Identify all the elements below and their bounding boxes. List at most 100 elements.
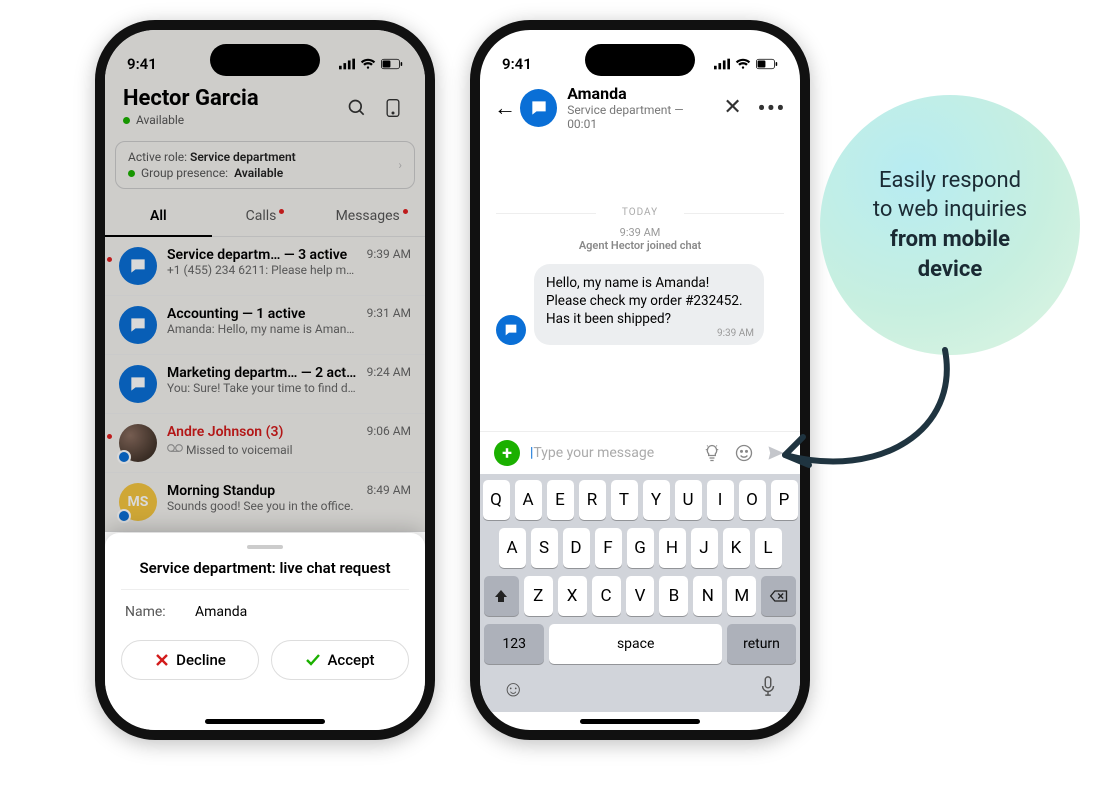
more-button[interactable]: •••: [758, 96, 786, 120]
emoji-icon[interactable]: [734, 443, 754, 463]
home-indicator: [580, 719, 700, 724]
key[interactable]: L: [755, 528, 782, 568]
return-key[interactable]: return: [727, 624, 796, 664]
send-icon[interactable]: [766, 443, 786, 463]
mic-icon[interactable]: [758, 676, 778, 696]
key[interactable]: Z: [524, 576, 553, 616]
notch: [210, 44, 320, 76]
back-button[interactable]: ←: [494, 95, 510, 121]
key-row: 123 space return: [484, 624, 796, 664]
message-input[interactable]: |Type your message: [530, 445, 692, 461]
item-title: Andre Johnson (3): [167, 424, 357, 440]
key[interactable]: H: [659, 528, 686, 568]
phone-inbox: 9:41 Hector Garcia Available Active role…: [95, 20, 435, 740]
item-title: Morning Standup: [167, 483, 357, 499]
chat-avatar: [520, 89, 557, 127]
key[interactable]: A: [515, 480, 542, 520]
key[interactable]: R: [579, 480, 606, 520]
backspace-key[interactable]: [761, 576, 796, 616]
key-row: Q A E R T Y U I O P: [484, 480, 796, 520]
presence-label: Available: [136, 113, 184, 127]
key[interactable]: F: [595, 528, 622, 568]
key-row: Z X C V B N M: [484, 576, 796, 616]
key[interactable]: I: [707, 480, 734, 520]
list-item[interactable]: MS Morning StandupSounds good! See you i…: [105, 473, 425, 532]
item-time: 9:39 AM: [367, 247, 411, 285]
decline-label: Decline: [176, 651, 226, 669]
key[interactable]: O: [739, 480, 766, 520]
tab-calls[interactable]: Calls: [212, 208, 319, 224]
key[interactable]: Y: [643, 480, 670, 520]
group-value: Available: [234, 166, 283, 180]
key[interactable]: K: [723, 528, 750, 568]
role-label: Active role:: [128, 150, 187, 164]
key[interactable]: S: [531, 528, 558, 568]
key[interactable]: E: [547, 480, 574, 520]
space-key[interactable]: space: [549, 624, 722, 664]
message-bubble[interactable]: Hello, my name is Amanda! Please check m…: [534, 264, 764, 345]
tab-messages[interactable]: Messages: [318, 208, 425, 224]
group-avatar: MS: [119, 483, 157, 521]
signal-icon: [714, 56, 730, 72]
placeholder: Type your message: [533, 445, 654, 461]
tab-all[interactable]: All: [105, 195, 212, 237]
name-value: Amanda: [195, 604, 247, 620]
group-label: Group presence:: [141, 166, 228, 180]
key[interactable]: C: [592, 576, 621, 616]
name-label: Name:: [125, 604, 175, 620]
conversation: TODAY 9:39 AM Agent Hector joined chat H…: [480, 143, 800, 431]
item-time: 8:49 AM: [367, 483, 411, 521]
key[interactable]: N: [693, 576, 722, 616]
badge-icon: [117, 450, 131, 464]
list-item[interactable]: Marketing departm… — 2 activeYou: Sure! …: [105, 355, 425, 414]
key[interactable]: G: [627, 528, 654, 568]
item-title: Accounting — 1 active: [167, 306, 357, 322]
voicemail-icon: [167, 440, 183, 456]
item-time: 9:06 AM: [367, 424, 411, 462]
accept-button[interactable]: Accept: [271, 640, 409, 680]
numbers-key[interactable]: 123: [484, 624, 544, 664]
key[interactable]: B: [659, 576, 688, 616]
shift-key[interactable]: [484, 576, 519, 616]
unread-dot: [107, 434, 112, 439]
key[interactable]: D: [563, 528, 590, 568]
status-time: 9:41: [502, 55, 532, 73]
key[interactable]: M: [727, 576, 756, 616]
presence-dot: [123, 117, 130, 124]
suggestions-icon[interactable]: [702, 443, 722, 463]
keyboard: Q A E R T Y U I O P A S D F G H J K L Z …: [480, 474, 800, 712]
key[interactable]: J: [691, 528, 718, 568]
key[interactable]: P: [771, 480, 798, 520]
key[interactable]: V: [626, 576, 655, 616]
search-icon[interactable]: [347, 98, 367, 118]
key[interactable]: U: [675, 480, 702, 520]
callout-line: from mobile: [890, 227, 1010, 252]
accept-label: Accept: [327, 651, 374, 669]
key[interactable]: A: [499, 528, 526, 568]
list-item[interactable]: Accounting — 1 activeAmanda: Hello, my n…: [105, 296, 425, 355]
item-sub: Sounds good! See you in the office.: [167, 499, 357, 513]
presence-dot: [128, 170, 135, 177]
chat-header: ← Amanda Service department — 00:01 ✕ ••…: [480, 80, 800, 143]
list-item[interactable]: Andre Johnson (3) Missed to voicemail 9:…: [105, 414, 425, 473]
key[interactable]: X: [558, 576, 587, 616]
list-item[interactable]: Service departm… — 3 active+1 (455) 234 …: [105, 237, 425, 296]
role-box[interactable]: Active role: Service department Group pr…: [115, 141, 415, 189]
message-text: Hello, my name is Amanda! Please check m…: [546, 275, 743, 327]
attach-button[interactable]: +: [494, 440, 520, 466]
key[interactable]: Q: [483, 480, 510, 520]
chat-icon: [119, 247, 157, 285]
message-time: 9:39 AM: [496, 226, 784, 239]
close-button[interactable]: ✕: [723, 95, 741, 120]
key[interactable]: T: [611, 480, 638, 520]
day-separator: TODAY: [496, 207, 784, 218]
emoji-keyboard-icon[interactable]: ☺: [502, 676, 524, 702]
decline-button[interactable]: Decline: [121, 640, 259, 680]
dialpad-icon[interactable]: [383, 98, 403, 118]
grabber[interactable]: [247, 545, 283, 549]
bubble-time: 9:39 AM: [717, 327, 754, 341]
notch: [585, 44, 695, 76]
unread-dot: [279, 209, 284, 214]
item-sub: +1 (455) 234 6211: Please help me to res…: [167, 263, 357, 277]
avatar: [119, 424, 157, 462]
